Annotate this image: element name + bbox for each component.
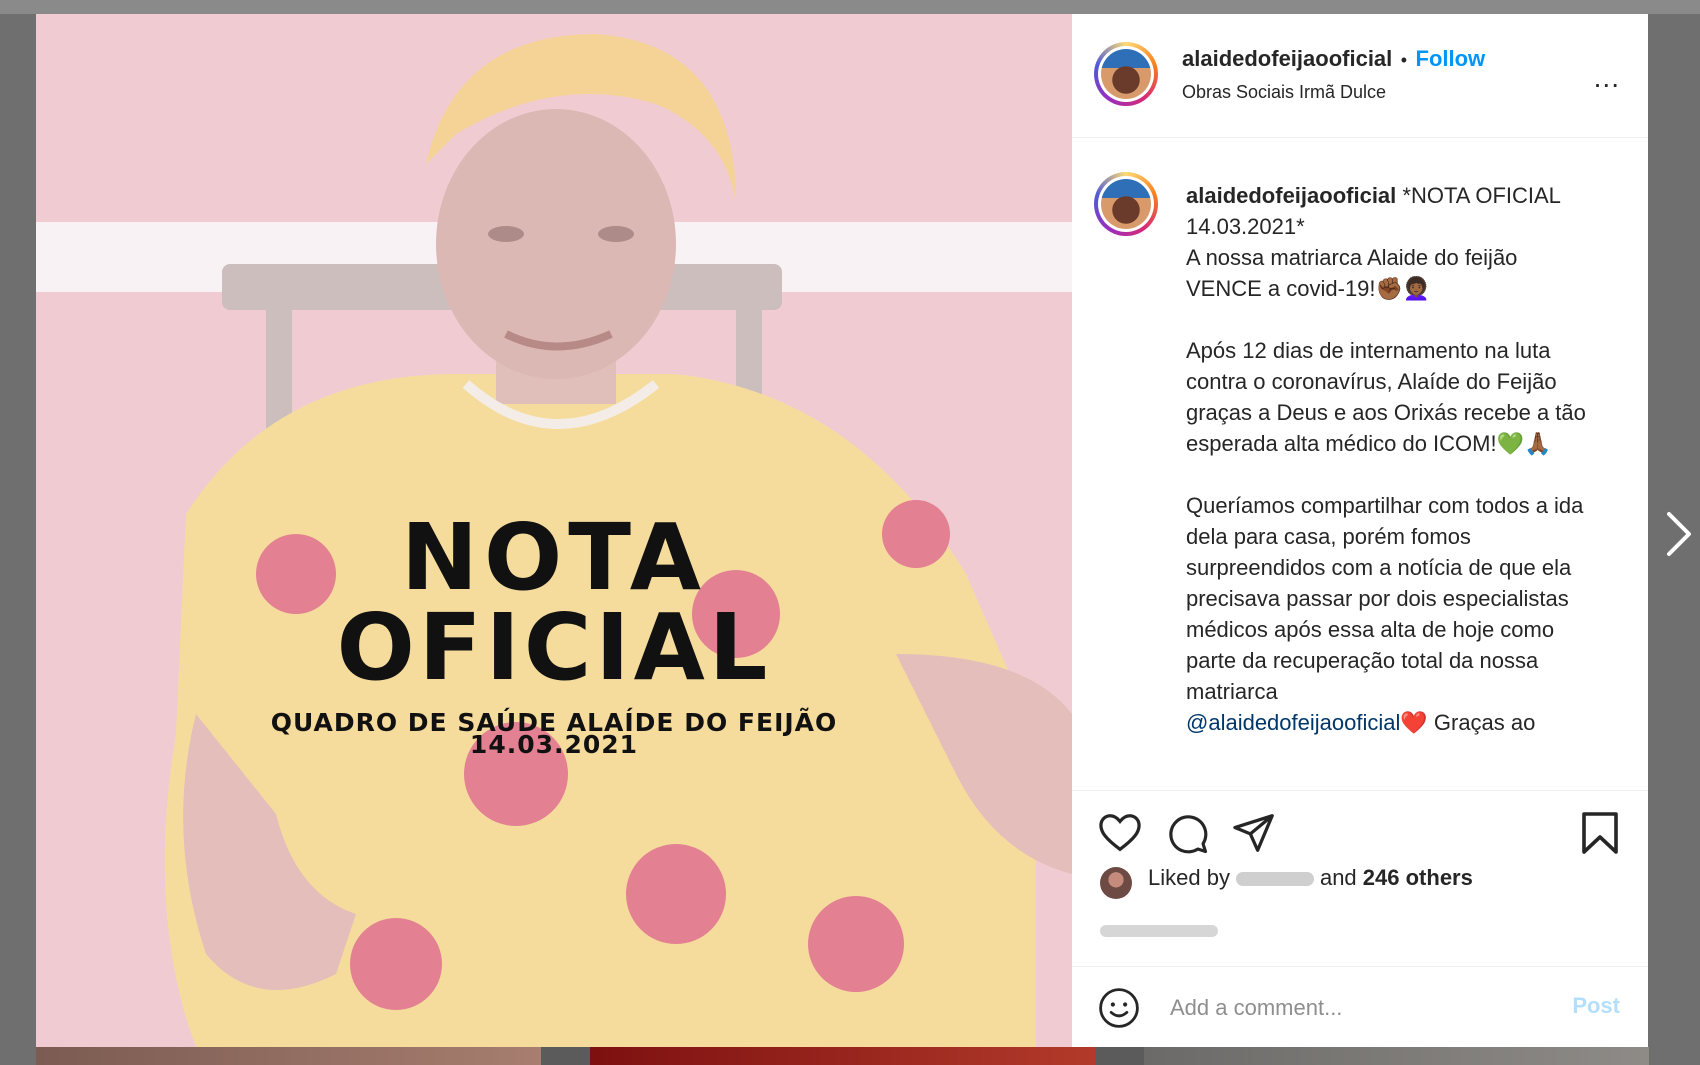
post-modal: NOTA OFICIAL QUADRO DE SAÚDE ALAÍDE DO F… bbox=[36, 14, 1648, 1047]
caption-avatar-border bbox=[1098, 176, 1154, 232]
overlay-date: 14.03.2021 bbox=[469, 730, 639, 759]
caption-text-continued: ❤️ Graças ao bbox=[1400, 710, 1536, 735]
caption-avatar-image bbox=[1101, 179, 1151, 229]
post-sidebar: alaidedofeijaooficial • Follow Obras Soc… bbox=[1072, 14, 1648, 1047]
caption-username[interactable]: alaidedofeijaooficial bbox=[1186, 183, 1396, 208]
caption-text: *NOTA OFICIAL 14.03.2021* A nossa matria… bbox=[1186, 183, 1586, 704]
liker-avatar[interactable] bbox=[1100, 867, 1132, 899]
header-username[interactable]: alaidedofeijaooficial bbox=[1182, 46, 1392, 71]
likes-summary[interactable]: Liked by and 246 others bbox=[1148, 865, 1473, 891]
follow-button[interactable]: Follow bbox=[1416, 46, 1486, 71]
avatar-image bbox=[1101, 49, 1151, 99]
header-location[interactable]: Obras Sociais Irmã Dulce bbox=[1182, 82, 1386, 103]
blurred-liker-name bbox=[1235, 872, 1314, 887]
header-name-row: alaidedofeijaooficial • Follow bbox=[1182, 46, 1485, 72]
emoji-icon[interactable] bbox=[1098, 987, 1140, 1029]
avatar-border bbox=[1098, 46, 1154, 102]
likes-count[interactable]: 246 others bbox=[1363, 865, 1473, 890]
heart-icon[interactable] bbox=[1098, 813, 1142, 853]
caption-avatar[interactable] bbox=[1094, 172, 1158, 236]
overlay-title-line2: OFICIAL bbox=[336, 594, 772, 701]
caption-scroll-area[interactable]: alaidedofeijaooficial *NOTA OFICIAL 14.0… bbox=[1072, 138, 1648, 788]
blurred-timestamp bbox=[1100, 925, 1218, 937]
post-image[interactable]: NOTA OFICIAL QUADRO DE SAÚDE ALAÍDE DO F… bbox=[36, 14, 1072, 1047]
header-separator: • bbox=[1400, 50, 1408, 70]
caption-mention[interactable]: @alaidedofeijaooficial bbox=[1186, 710, 1400, 735]
share-icon[interactable] bbox=[1232, 813, 1276, 853]
likes-middle: and bbox=[1319, 865, 1357, 890]
post-comment-button[interactable]: Post bbox=[1572, 993, 1620, 1019]
post-header: alaidedofeijaooficial • Follow Obras Soc… bbox=[1072, 14, 1648, 138]
comment-icon[interactable] bbox=[1166, 813, 1210, 855]
comment-bar: Post bbox=[1072, 966, 1648, 1048]
bookmark-icon[interactable] bbox=[1580, 811, 1620, 855]
post-caption: alaidedofeijaooficial *NOTA OFICIAL 14.0… bbox=[1186, 180, 1596, 738]
comment-input[interactable] bbox=[1168, 989, 1552, 1027]
grid-thumbnail[interactable] bbox=[590, 1047, 1095, 1065]
next-arrow-icon[interactable] bbox=[1664, 510, 1694, 558]
avatar[interactable] bbox=[1094, 42, 1158, 106]
grid-thumbnail[interactable] bbox=[1144, 1047, 1649, 1065]
background-strip-top bbox=[0, 0, 1700, 14]
likes-prefix: Liked by bbox=[1148, 865, 1230, 890]
more-options-icon[interactable]: ... bbox=[1594, 62, 1620, 94]
post-actions: Liked by and 246 others bbox=[1072, 790, 1648, 967]
grid-thumbnail[interactable] bbox=[36, 1047, 541, 1065]
